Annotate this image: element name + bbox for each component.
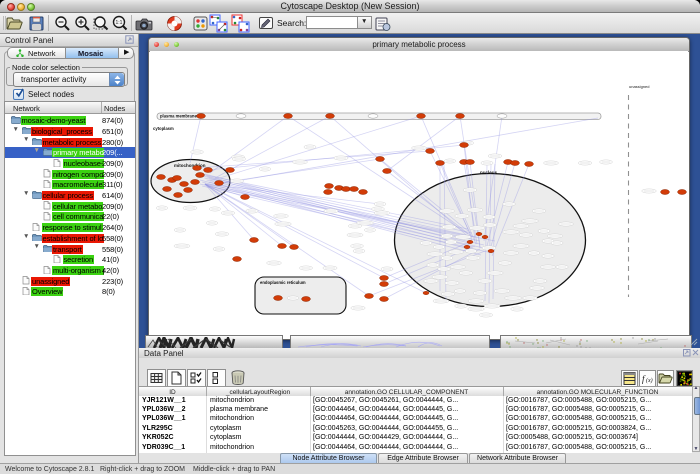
svg-text:(x): (x) bbox=[646, 377, 653, 384]
svg-text:unassigned: unassigned bbox=[629, 84, 649, 89]
svg-text:endoplasmic reticulum: endoplasmic reticulum bbox=[260, 280, 306, 285]
svg-text:nucleus: nucleus bbox=[480, 170, 498, 175]
svg-text:cytoplasm: cytoplasm bbox=[153, 126, 174, 131]
svg-text:plasma membrane: plasma membrane bbox=[160, 114, 197, 119]
svg-text:1:1: 1:1 bbox=[116, 20, 123, 26]
